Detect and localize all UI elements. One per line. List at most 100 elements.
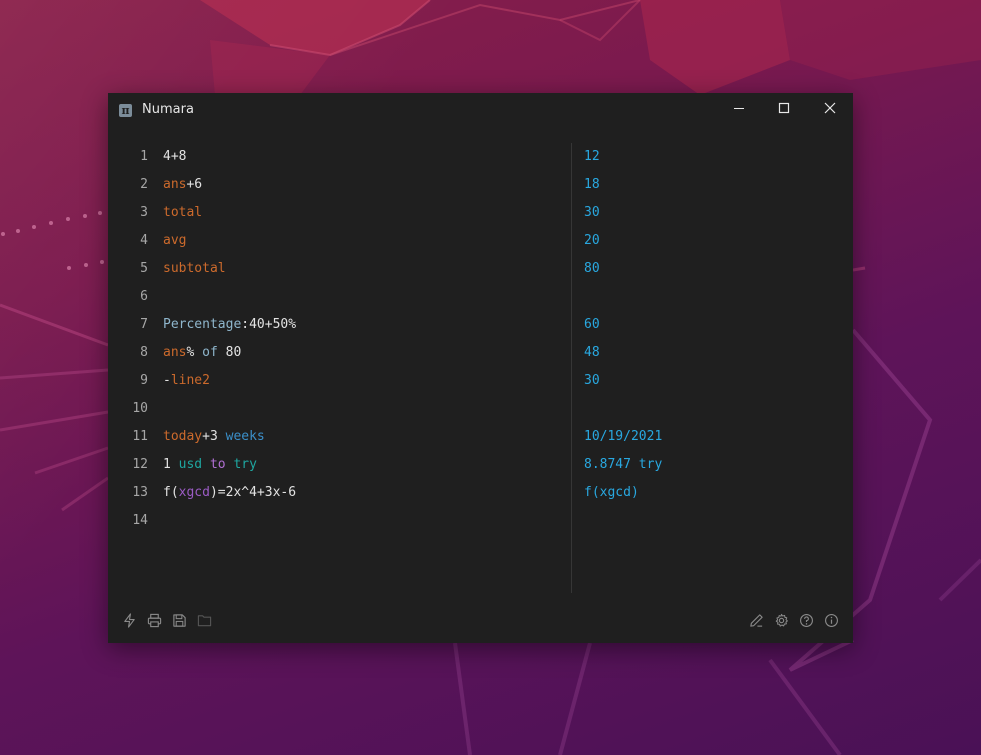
line-number: 1 bbox=[140, 149, 148, 164]
result-line: 30 bbox=[584, 373, 600, 388]
editor-line[interactable]: 7 Percentage:40+50% bbox=[108, 311, 570, 339]
editor-line[interactable]: 5 subtotal bbox=[108, 255, 570, 283]
line-number: 9 bbox=[140, 373, 148, 388]
line-number: 2 bbox=[140, 177, 148, 192]
maximize-button[interactable] bbox=[764, 93, 804, 123]
print-icon[interactable] bbox=[147, 613, 163, 629]
code-token: try bbox=[233, 457, 257, 472]
code-token: to bbox=[209, 457, 226, 472]
result-line: 18 bbox=[584, 177, 600, 192]
pane-divider[interactable] bbox=[571, 143, 572, 593]
result-line bbox=[584, 283, 844, 311]
code-token: usd bbox=[178, 457, 203, 472]
title-bar[interactable]: π Numara bbox=[108, 93, 853, 127]
minimize-button[interactable] bbox=[719, 93, 759, 123]
editor-line[interactable]: 10 bbox=[108, 395, 570, 423]
window-title: Numara bbox=[142, 102, 194, 117]
line-code[interactable]: subtotal bbox=[163, 255, 226, 283]
result-line bbox=[584, 395, 844, 423]
code-token: +3 bbox=[202, 429, 226, 444]
line-number: 12 bbox=[132, 457, 148, 472]
code-token: xgcd bbox=[178, 485, 210, 500]
code-token: line2 bbox=[170, 373, 210, 388]
result-line: 30 bbox=[584, 205, 600, 220]
close-icon bbox=[824, 102, 836, 114]
line-number: 11 bbox=[132, 429, 148, 444]
code-token: subtotal bbox=[163, 261, 226, 276]
line-number: 8 bbox=[140, 345, 148, 360]
app-window: π Numara 1 4+8 2 ans+6 3 total 4 avg 5 subtotal 6 7… bbox=[108, 93, 853, 643]
gear-icon[interactable] bbox=[774, 613, 790, 629]
line-number: 7 bbox=[140, 317, 148, 332]
result-line: 80 bbox=[584, 261, 600, 276]
line-code[interactable]: -line2 bbox=[163, 367, 210, 395]
close-button[interactable] bbox=[810, 93, 850, 123]
code-token: 80 bbox=[217, 345, 242, 360]
code-token: of bbox=[202, 345, 218, 360]
footer-toolbar bbox=[108, 613, 853, 633]
line-code[interactable]: 1 usd to try bbox=[163, 451, 257, 479]
code-token: 1 bbox=[163, 457, 179, 472]
line-code[interactable]: ans% of 80 bbox=[163, 339, 241, 367]
code-token: f( bbox=[163, 485, 179, 500]
result-line: 20 bbox=[584, 233, 600, 248]
code-token: ans bbox=[163, 345, 187, 360]
code-token: % bbox=[186, 345, 203, 360]
line-number: 4 bbox=[140, 233, 148, 248]
minimize-icon bbox=[734, 108, 744, 109]
line-code[interactable]: avg bbox=[163, 227, 186, 255]
line-code[interactable]: total bbox=[163, 199, 202, 227]
lightning-icon[interactable] bbox=[122, 613, 138, 629]
line-code[interactable]: ans+6 bbox=[163, 171, 202, 199]
result-line: 12 bbox=[584, 149, 600, 164]
input-editor[interactable]: 1 4+8 2 ans+6 3 total 4 avg 5 subtotal 6 7 Percentag… bbox=[108, 143, 570, 591]
line-code[interactable]: f(xgcd)=2x^4+3x-6 bbox=[163, 479, 296, 507]
editor-line[interactable]: 13 f(xgcd)=2x^4+3x-6 bbox=[108, 479, 570, 507]
folder-icon[interactable] bbox=[197, 613, 213, 629]
code-token: :40+50% bbox=[241, 317, 297, 332]
editor-line[interactable]: 12 1 usd to try bbox=[108, 451, 570, 479]
line-number: 13 bbox=[132, 485, 148, 500]
line-number: 3 bbox=[140, 205, 148, 220]
editor-line[interactable]: 14 bbox=[108, 507, 570, 535]
code-token: +6 bbox=[186, 177, 203, 192]
editor-line[interactable]: 6 bbox=[108, 283, 570, 311]
line-number: 6 bbox=[140, 289, 148, 304]
code-token: avg bbox=[163, 233, 187, 248]
help-icon[interactable] bbox=[799, 613, 815, 629]
editor-line[interactable]: 4 avg bbox=[108, 227, 570, 255]
editor-line[interactable]: 2 ans+6 bbox=[108, 171, 570, 199]
pencil-icon[interactable] bbox=[749, 613, 765, 629]
result-line: 10/19/2021 bbox=[584, 429, 663, 444]
code-token: ans bbox=[163, 177, 187, 192]
output-panel: 12 18 30 20 80 60 48 30 10/19/2021 8.8747 try f(xg… bbox=[584, 143, 844, 535]
info-icon[interactable] bbox=[824, 613, 840, 629]
result-line: 8.8747 try bbox=[584, 457, 663, 472]
editor-line[interactable]: 8 ans% of 80 bbox=[108, 339, 570, 367]
result-line: f(xgcd) bbox=[584, 485, 639, 500]
editor-line[interactable]: 11 today+3 weeks bbox=[108, 423, 570, 451]
save-icon[interactable] bbox=[172, 613, 188, 629]
maximize-icon bbox=[778, 102, 790, 114]
result-line: 48 bbox=[584, 345, 600, 360]
editor-line[interactable]: 9 -line2 bbox=[108, 367, 570, 395]
line-number: 10 bbox=[132, 401, 148, 416]
line-code[interactable]: 4+8 bbox=[163, 143, 186, 171]
line-code[interactable]: Percentage:40+50% bbox=[163, 311, 296, 339]
code-token: Percentage bbox=[163, 317, 242, 332]
result-line bbox=[584, 507, 844, 535]
code-token: 4+8 bbox=[163, 149, 187, 164]
editor-line[interactable]: 3 total bbox=[108, 199, 570, 227]
result-line: 60 bbox=[584, 317, 600, 332]
code-token: today bbox=[163, 429, 203, 444]
line-number: 14 bbox=[132, 513, 148, 528]
code-token: )=2x^4+3x-6 bbox=[209, 485, 297, 500]
code-token: weeks bbox=[225, 429, 265, 444]
editor-line[interactable]: 1 4+8 bbox=[108, 143, 570, 171]
code-token: total bbox=[163, 205, 203, 220]
code-token: - bbox=[163, 373, 171, 388]
line-code[interactable]: today+3 weeks bbox=[163, 423, 265, 451]
pi-icon: π bbox=[119, 104, 132, 117]
line-number: 5 bbox=[140, 261, 148, 276]
